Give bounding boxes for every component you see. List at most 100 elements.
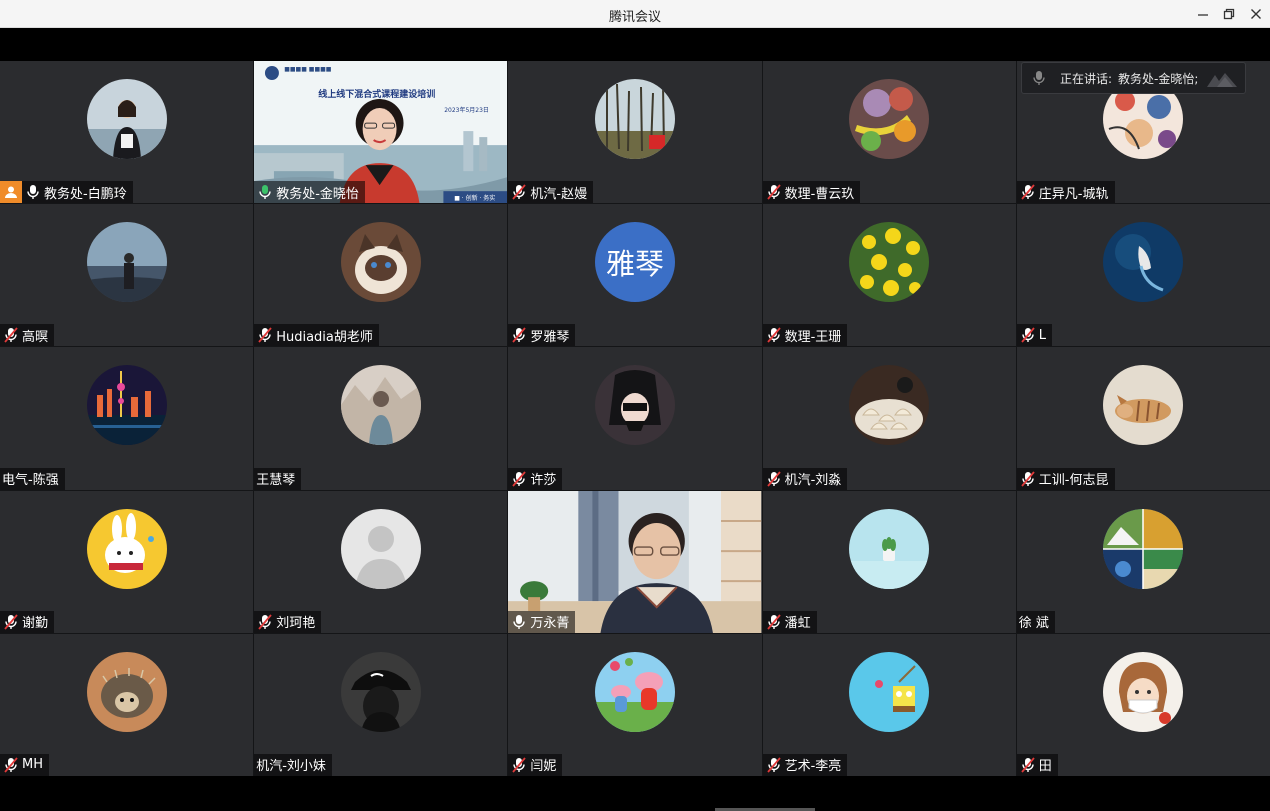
host-icon: [0, 181, 22, 204]
participant-tile[interactable]: MH: [0, 633, 254, 776]
speaking-label: 正在讲话:: [1060, 71, 1113, 86]
mic-muted-icon: [766, 184, 781, 200]
participant-tile[interactable]: 电气-陈强: [0, 347, 254, 490]
name-tag: MH: [0, 753, 49, 776]
avatar: [1103, 508, 1184, 589]
mic-muted-icon: [512, 327, 527, 343]
participant-name: 潘虹: [784, 616, 811, 632]
participant-name: 机汽-赵嫚: [530, 186, 588, 202]
mic-icon: [258, 184, 272, 200]
avatar: [86, 222, 167, 303]
name-tag: 数理-王珊: [762, 324, 848, 347]
logo-icon: [1207, 73, 1237, 87]
mic-muted-icon: [766, 757, 781, 773]
participant-name: 田: [1038, 759, 1052, 775]
participant-tile[interactable]: 机汽-赵嫚: [508, 61, 762, 204]
participant-tile[interactable]: 雅琴 罗雅琴: [508, 204, 762, 347]
avatar: [1103, 651, 1184, 732]
participant-name: 闫妮: [530, 759, 557, 775]
participant-tile[interactable]: 田: [1016, 633, 1270, 776]
avatar: [1103, 365, 1184, 446]
participant-tile[interactable]: 谢勤: [0, 490, 254, 633]
participant-tile[interactable]: 工训-何志昆: [1016, 347, 1270, 490]
name-tag: 许莎: [508, 467, 563, 490]
close-button[interactable]: [1247, 5, 1265, 23]
participant-tile[interactable]: 徐 斌: [1016, 490, 1270, 633]
slide-header: ■■■■ ■■■■: [284, 66, 332, 73]
participant-name: 工训-何志昆: [1038, 473, 1109, 489]
avatar: [86, 79, 167, 159]
participant-name: 许莎: [530, 473, 557, 489]
bottom-toolbar: [0, 776, 1270, 811]
name-tag: Hudiadia胡老师: [254, 324, 379, 347]
mic-muted-icon: [4, 614, 18, 630]
participant-tile[interactable]: 教务处-白鹏玲: [0, 61, 254, 204]
participant-name: 万永菁: [530, 616, 570, 632]
participant-name: 刘珂艳: [276, 616, 316, 632]
participant-tile[interactable]: 万永菁: [508, 490, 762, 633]
mic-muted-icon: [1021, 184, 1035, 200]
mic-muted-icon: [766, 327, 781, 343]
participant-name: 罗雅琴: [530, 329, 570, 345]
mic-icon: [512, 614, 526, 630]
avatar: [594, 79, 675, 159]
mic-muted-icon: [766, 614, 781, 630]
mic-muted-icon: [1021, 757, 1035, 773]
participant-name: L: [1038, 327, 1047, 343]
name-tag: 机汽-刘淼: [762, 467, 848, 490]
participant-name: 徐 斌: [1018, 616, 1049, 632]
avatar: [340, 222, 421, 303]
restore-button[interactable]: [1220, 5, 1238, 23]
speaking-indicator: 正在讲话: 教务处-金晓怡;: [1021, 62, 1246, 94]
participant-tile[interactable]: 高暝: [0, 204, 254, 347]
slide-footer: ■ · 创新 · 务实: [454, 195, 496, 202]
participant-tile[interactable]: 艺术-李亮: [762, 633, 1016, 776]
name-tag: 刘珂艳: [254, 610, 322, 633]
name-tag: 潘虹: [762, 610, 817, 633]
participant-name: 数理-王珊: [784, 329, 842, 345]
avatar: [86, 651, 167, 732]
participant-name: 谢勤: [22, 616, 49, 632]
name-tag: 教务处-白鹏玲: [0, 181, 133, 204]
avatar: [340, 365, 421, 446]
avatar: [1103, 222, 1184, 303]
participant-tile[interactable]: 许莎: [508, 347, 762, 490]
avatar: [340, 508, 421, 589]
participant-name: 艺术-李亮: [784, 759, 842, 775]
participant-tile[interactable]: 潘虹: [762, 490, 1016, 633]
participant-tile[interactable]: Hudiadia胡老师: [254, 204, 508, 347]
avatar: [849, 508, 930, 589]
mic-muted-icon: [4, 327, 18, 343]
participant-tile[interactable]: 王慧琴: [254, 347, 508, 490]
participant-name: 教务处-白鹏玲: [44, 186, 127, 202]
participant-tile[interactable]: 机汽-刘淼: [762, 347, 1016, 490]
participant-tile[interactable]: ■■■■ ■■■■ 线上线下混合式课程建设培训 2023年5月23日 ■ · 创新 ·…: [254, 61, 508, 204]
name-tag: 万永菁: [508, 610, 576, 633]
avatar: [594, 365, 675, 446]
participant-grid: 教务处-白鹏玲 ■■■■ ■■■■ 线上线下混合式课程建设培训 2023年5月23日 ■…: [0, 61, 1270, 776]
mic-icon: [26, 184, 40, 200]
mic-muted-icon: [1021, 471, 1035, 487]
participant-tile[interactable]: L: [1016, 204, 1270, 347]
mic-muted-icon: [512, 471, 527, 487]
mic-muted-icon: [512, 757, 527, 773]
name-tag: 罗雅琴: [508, 324, 576, 347]
minimize-button[interactable]: [1194, 5, 1212, 23]
avatar: [849, 651, 930, 732]
participant-name: 王慧琴: [256, 473, 296, 489]
avatar: [340, 651, 421, 732]
participant-tile[interactable]: 刘珂艳: [254, 490, 508, 633]
name-tag: 田: [1016, 753, 1058, 776]
name-tag: 工训-何志昆: [1016, 467, 1115, 490]
slide-date: 2023年5月23日: [444, 107, 489, 114]
participant-tile[interactable]: 机汽-刘小妹: [254, 633, 508, 776]
participant-name: 机汽-刘小妹: [256, 759, 326, 775]
participant-name: Hudiadia胡老师: [276, 329, 373, 345]
participant-tile[interactable]: 数理-曹云玖: [762, 61, 1016, 204]
participant-tile[interactable]: 数理-王珊: [762, 204, 1016, 347]
participant-tile[interactable]: 闫妮: [508, 633, 762, 776]
name-tag: 闫妮: [508, 753, 563, 776]
mic-muted-icon: [258, 614, 272, 630]
participant-name: 电气-陈强: [2, 473, 59, 489]
participant-name: 教务处-金晓怡: [276, 186, 359, 202]
